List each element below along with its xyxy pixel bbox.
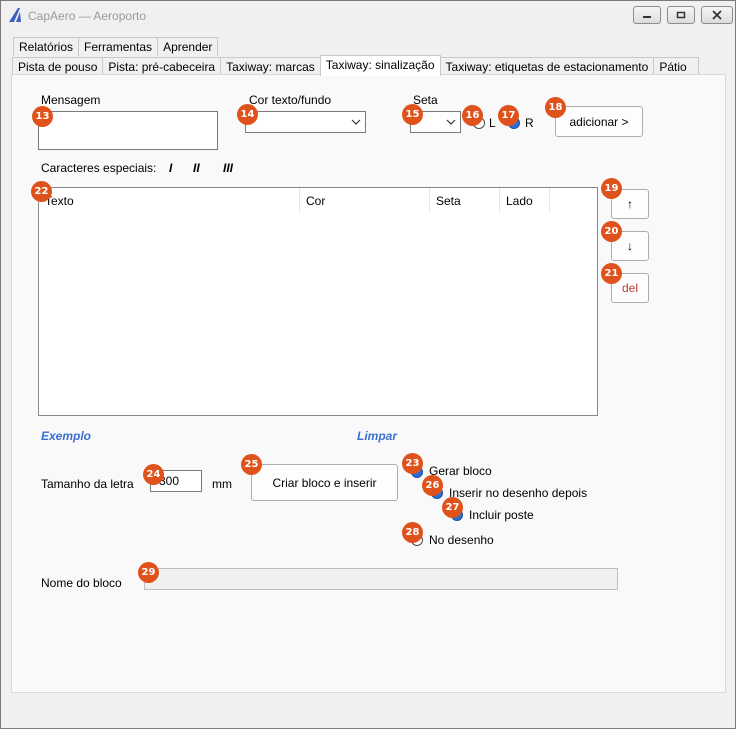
badge-27: 27 <box>442 497 463 518</box>
badge-19: 19 <box>601 178 622 199</box>
column-seta[interactable]: Seta <box>430 188 500 212</box>
app-window: CapAero — Aeroporto Relatórios Ferrament… <box>0 0 736 729</box>
criar-bloco-button[interactable]: Criar bloco e inserir <box>251 464 398 501</box>
close-icon <box>712 10 722 20</box>
tamanho-unit: mm <box>212 477 232 491</box>
badge-14: 14 <box>237 104 258 125</box>
maximize-button[interactable] <box>667 6 695 24</box>
mensagem-label: Mensagem <box>41 93 101 107</box>
badge-26: 26 <box>422 475 443 496</box>
tab-relatorios[interactable]: Relatórios <box>13 37 80 56</box>
nome-bloco-label: Nome do bloco <box>41 576 122 590</box>
radio-l-label: L <box>489 116 496 130</box>
maximize-icon <box>676 11 686 19</box>
minimize-icon <box>643 16 651 18</box>
radio-r-label: R <box>525 116 534 130</box>
special-char-ii[interactable]: II <box>193 161 200 175</box>
chevron-down-icon <box>351 119 361 125</box>
badge-13: 13 <box>32 106 53 127</box>
title-bar: CapAero — Aeroporto <box>1 1 735 31</box>
adicionar-button[interactable]: adicionar > <box>555 106 643 137</box>
cor-label: Cor texto/fundo <box>249 93 332 107</box>
mensagem-input[interactable] <box>38 111 218 150</box>
no-desenho-label: No desenho <box>429 533 494 547</box>
badge-24: 24 <box>143 464 164 485</box>
exemplo-link[interactable]: Exemplo <box>41 429 91 443</box>
badge-16: 16 <box>462 105 483 126</box>
badge-17: 17 <box>498 105 519 126</box>
badge-22: 22 <box>31 181 52 202</box>
special-char-iii[interactable]: III <box>223 161 233 175</box>
column-lado[interactable]: Lado <box>500 188 550 212</box>
incluir-poste-label: Incluir poste <box>469 508 534 522</box>
sign-list[interactable]: Texto Cor Seta Lado <box>38 187 598 416</box>
special-char-i[interactable]: I <box>169 161 172 175</box>
tab-taxiway-sinalizacao[interactable]: Taxiway: sinalização <box>319 55 441 76</box>
badge-25: 25 <box>241 454 262 475</box>
chevron-down-icon <box>446 119 456 125</box>
badge-28: 28 <box>402 522 423 543</box>
list-header: Texto Cor Seta Lado <box>39 188 597 212</box>
badge-18: 18 <box>545 97 566 118</box>
tab-aprender[interactable]: Aprender <box>157 37 219 56</box>
badge-21: 21 <box>601 263 622 284</box>
badge-20: 20 <box>601 221 622 242</box>
close-button[interactable] <box>701 6 733 24</box>
badge-15: 15 <box>402 104 423 125</box>
inserir-depois-label: Inserir no desenho depois <box>449 486 588 500</box>
tab-row-top: Relatórios Ferramentas Aprender <box>13 37 219 56</box>
nome-bloco-field <box>144 568 618 590</box>
column-texto[interactable]: Texto <box>39 188 300 212</box>
badge-23: 23 <box>402 453 423 474</box>
limpar-link[interactable]: Limpar <box>357 429 397 443</box>
minimize-button[interactable] <box>633 6 661 24</box>
tamanho-label: Tamanho da letra <box>41 477 134 491</box>
badge-29: 29 <box>138 562 159 583</box>
app-logo-icon <box>9 8 21 22</box>
tab-ferramentas[interactable]: Ferramentas <box>78 37 159 56</box>
cor-select[interactable] <box>245 111 366 133</box>
window-title: CapAero — Aeroporto <box>28 9 147 23</box>
column-cor[interactable]: Cor <box>300 188 430 212</box>
caracteres-label: Caracteres especiais: <box>41 161 157 175</box>
